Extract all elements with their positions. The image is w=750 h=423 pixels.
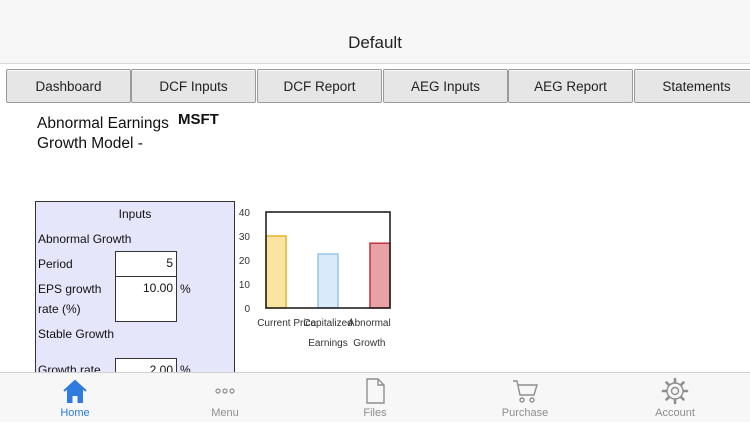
- nav-menu[interactable]: Menu: [150, 373, 300, 423]
- bottom-tab-bar: Home Menu Files Purchase Account: [0, 372, 750, 422]
- inputs-panel: Inputs Abnormal Growth Period 5 EPS grow…: [35, 201, 235, 372]
- nav-home-label: Home: [60, 407, 90, 419]
- tab-aeg-inputs[interactable]: AEG Inputs: [383, 69, 508, 103]
- nav-account-label: Account: [655, 407, 695, 419]
- nav-files[interactable]: Files: [300, 373, 450, 423]
- y-tick-label: 40: [239, 208, 251, 219]
- valuation-bar-chart: 010203040Current PriceCapitalizedEarning…: [239, 208, 391, 349]
- gear-icon: [661, 377, 689, 405]
- file-icon: [366, 378, 385, 404]
- cart-icon: [513, 380, 538, 403]
- nav-files-label: Files: [363, 407, 387, 419]
- x-tick-label: Abnormal: [348, 318, 391, 329]
- inputs-heading: Inputs: [118, 207, 152, 221]
- bar: [265, 235, 287, 309]
- x-tick-label: Earnings: [308, 338, 347, 349]
- tab-bar: Dashboard DCF Inputs DCF Report AEG Inpu…: [0, 66, 750, 106]
- page-title: Default: [348, 33, 402, 52]
- tab-dashboard[interactable]: Dashboard: [6, 69, 131, 103]
- more-icon: [215, 388, 235, 394]
- nav-purchase-label: Purchase: [501, 407, 549, 419]
- report-content: Abnormal Earnings Growth Model - MSFT In…: [0, 106, 750, 372]
- period-label: Period: [38, 257, 73, 271]
- ticker-symbol: MSFT: [178, 111, 219, 128]
- tab-aeg-report[interactable]: AEG Report: [508, 69, 633, 103]
- tab-statements[interactable]: Statements: [634, 69, 750, 103]
- growth-rate-unit: %: [180, 363, 191, 372]
- x-tick-label: Growth: [353, 338, 385, 349]
- abnormal-growth-label: Abnormal Growth: [38, 232, 132, 246]
- y-tick-label: 30: [239, 232, 251, 243]
- home-icon: [63, 379, 87, 403]
- nav-account[interactable]: Account: [600, 373, 750, 423]
- growth-rate-field[interactable]: 2.00: [115, 358, 177, 372]
- nav-menu-label: Menu: [211, 407, 239, 419]
- growth-rate-label: Growth rate: [38, 363, 101, 372]
- nav-home[interactable]: Home: [0, 373, 150, 423]
- x-tick-label: Capitalized: [303, 318, 352, 329]
- eps-growth-field[interactable]: 10.00: [115, 276, 177, 322]
- stable-growth-label: Stable Growth: [38, 327, 115, 341]
- bar: [317, 253, 339, 309]
- model-title: Abnormal Earnings Growth Model -: [37, 115, 169, 152]
- eps-growth-unit: %: [180, 282, 191, 296]
- nav-purchase[interactable]: Purchase: [450, 373, 600, 423]
- tab-dcf-inputs[interactable]: DCF Inputs: [131, 69, 256, 103]
- eps-growth-label: EPS growth rate (%): [38, 282, 102, 316]
- navigation-bar: Default: [0, 0, 750, 64]
- y-tick-label: 10: [239, 280, 251, 291]
- y-tick-label: 20: [239, 256, 251, 267]
- period-field[interactable]: 5: [115, 251, 177, 277]
- bar: [369, 242, 391, 309]
- tab-dcf-report[interactable]: DCF Report: [257, 69, 382, 103]
- y-tick-label: 0: [244, 304, 250, 315]
